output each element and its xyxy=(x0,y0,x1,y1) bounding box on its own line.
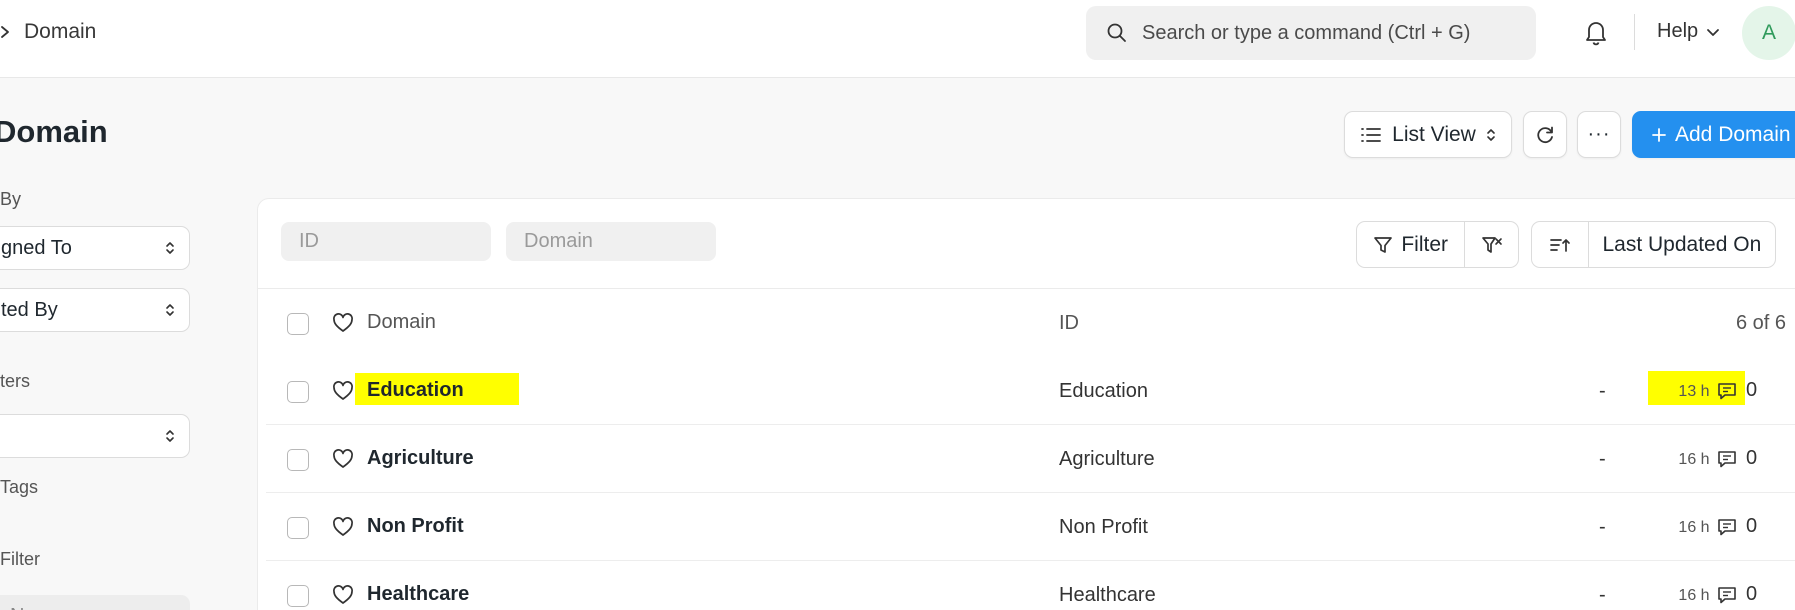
created-by-select[interactable]: ted By xyxy=(0,288,190,332)
heart-icon[interactable] xyxy=(332,585,354,605)
filter-label: Filter xyxy=(1401,232,1448,256)
row-dash: - xyxy=(1599,516,1606,538)
assigned-by-label: By xyxy=(0,189,22,209)
chevron-down-icon xyxy=(1707,28,1720,36)
row-id: Non Profit xyxy=(1059,516,1148,538)
bell-icon[interactable] xyxy=(1582,17,1610,47)
filter-button[interactable]: Filter xyxy=(1357,222,1464,267)
sort-ascending-icon xyxy=(1550,238,1570,252)
select-chevron-icon xyxy=(166,304,174,316)
breadcrumb-current[interactable]: Domain xyxy=(24,20,96,44)
result-count: 6 of 6 xyxy=(1735,312,1786,334)
row-comments[interactable]: 0 xyxy=(1716,447,1757,470)
column-header-id: ID xyxy=(1059,312,1079,334)
row-comments[interactable]: 0 xyxy=(1716,515,1757,538)
list-card: Filter Last Updated On Domain ID 6 of 6 … xyxy=(257,198,1795,610)
navbar-divider xyxy=(1634,14,1635,50)
sort-field-button[interactable]: Last Updated On xyxy=(1587,222,1775,267)
comment-count: 0 xyxy=(1746,379,1758,401)
heart-icon[interactable] xyxy=(332,313,354,333)
list-view-label: List View xyxy=(1392,122,1476,146)
assigned-to-value: gned To xyxy=(1,236,72,259)
row-dash: - xyxy=(1599,380,1606,402)
column-header-domain: Domain xyxy=(367,311,436,333)
more-actions-button[interactable]: ··· xyxy=(1577,111,1621,158)
filters-label: ters xyxy=(0,371,31,391)
help-menu[interactable]: Help xyxy=(1657,20,1720,43)
search-icon xyxy=(1107,23,1126,42)
clear-filter-button[interactable] xyxy=(1464,222,1518,267)
filter-select[interactable] xyxy=(0,414,190,458)
sort-label: Last Updated On xyxy=(1602,232,1762,256)
plus-icon xyxy=(1652,127,1666,142)
sort-toggle-icon xyxy=(1487,128,1495,141)
list-item[interactable]: Healthcare Healthcare - 16 h 0 xyxy=(258,561,1795,610)
heart-icon[interactable] xyxy=(332,449,354,469)
row-checkbox[interactable] xyxy=(287,585,309,607)
assigned-to-select[interactable]: gned To xyxy=(0,226,190,270)
comment-count: 0 xyxy=(1746,447,1758,469)
sort-group: Last Updated On xyxy=(1531,221,1776,268)
comment-icon xyxy=(1718,382,1736,399)
row-dash: - xyxy=(1599,448,1606,470)
avatar[interactable]: A xyxy=(1742,6,1795,60)
list-view-button[interactable]: List View xyxy=(1344,111,1512,158)
breadcrumb: Domain xyxy=(0,20,96,44)
refresh-button[interactable] xyxy=(1523,111,1567,158)
row-checkbox[interactable] xyxy=(287,381,309,403)
row-name[interactable]: Non Profit xyxy=(367,515,464,538)
heart-icon[interactable] xyxy=(332,517,354,537)
row-name[interactable]: Education xyxy=(367,379,464,402)
list-item[interactable]: Agriculture Agriculture - 16 h 0 xyxy=(258,425,1795,493)
comment-count: 0 xyxy=(1746,515,1758,537)
chevron-right-icon xyxy=(1,26,9,38)
comment-count: 0 xyxy=(1746,583,1758,605)
filter-clear-icon xyxy=(1481,236,1502,253)
search-bar[interactable] xyxy=(1086,6,1536,60)
add-domain-label: Add Domain xyxy=(1675,122,1791,146)
sort-direction-button[interactable] xyxy=(1532,222,1588,267)
row-name[interactable]: Healthcare xyxy=(367,583,469,606)
id-filter-input[interactable] xyxy=(281,222,491,261)
filter-group: Filter xyxy=(1356,221,1519,268)
tags-label: Tags xyxy=(0,477,39,497)
created-by-value: ted By xyxy=(1,298,58,321)
row-comments[interactable]: 0 xyxy=(1716,379,1757,402)
list-item[interactable]: Non Profit Non Profit - 16 h 0 xyxy=(258,493,1795,561)
row-comments[interactable]: 0 xyxy=(1716,583,1757,606)
add-domain-button[interactable]: Add Domain xyxy=(1632,111,1795,158)
search-input[interactable] xyxy=(1142,21,1522,45)
comment-icon xyxy=(1718,450,1736,467)
save-filter-input[interactable]: N xyxy=(0,595,190,610)
row-id: Education xyxy=(1059,380,1148,402)
select-chevron-icon xyxy=(166,242,174,254)
list-item[interactable]: Education Education - 13 h 0 xyxy=(258,357,1795,425)
heart-icon[interactable] xyxy=(332,381,354,401)
row-dash: - xyxy=(1599,584,1606,606)
refresh-icon xyxy=(1537,126,1553,143)
save-filter-label: Filter xyxy=(0,549,40,569)
domain-filter-input[interactable] xyxy=(506,222,716,261)
select-chevron-icon xyxy=(166,430,174,442)
row-id: Healthcare xyxy=(1059,584,1156,606)
comment-icon xyxy=(1718,518,1736,535)
row-name[interactable]: Agriculture xyxy=(367,447,474,470)
navbar: Domain Help A xyxy=(0,0,1795,78)
list-icon xyxy=(1361,127,1382,142)
list-header: Domain ID 6 of 6 xyxy=(258,289,1795,357)
filter-icon xyxy=(1374,236,1393,253)
more-icon: ··· xyxy=(1587,123,1611,145)
select-all-checkbox[interactable] xyxy=(287,313,309,335)
comment-icon xyxy=(1718,586,1736,603)
row-id: Agriculture xyxy=(1059,448,1155,470)
page-title: Domain xyxy=(0,114,108,149)
row-checkbox[interactable] xyxy=(287,449,309,471)
help-label: Help xyxy=(1657,20,1699,42)
row-checkbox[interactable] xyxy=(287,517,309,539)
